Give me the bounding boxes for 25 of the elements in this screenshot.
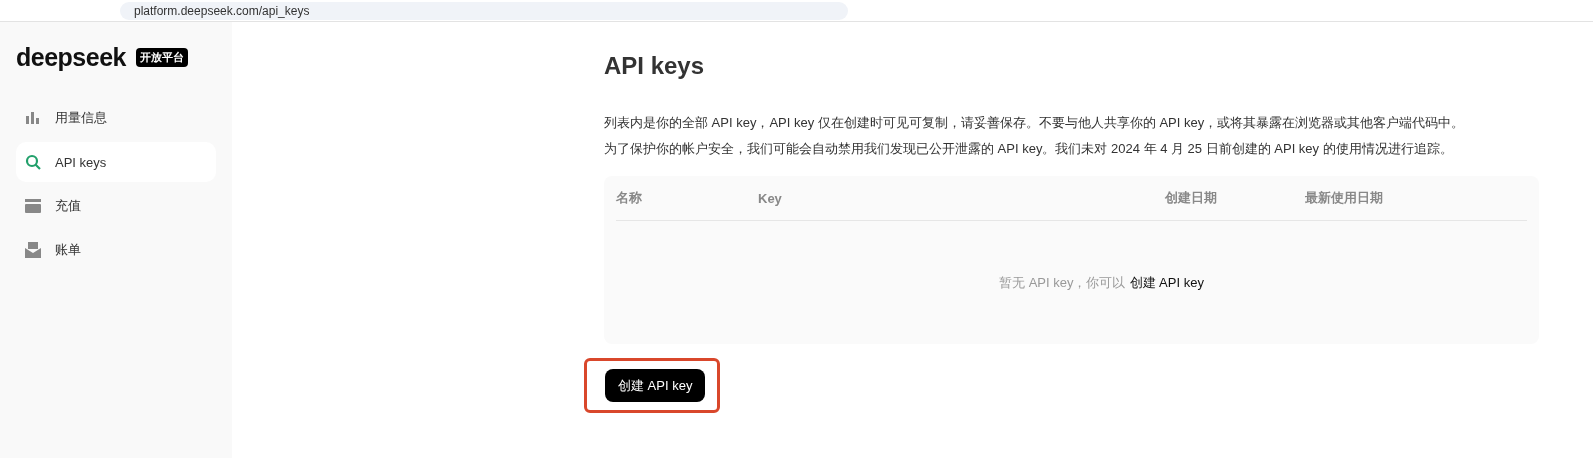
sidebar-item-label: 充值 [55,197,81,215]
address-bar[interactable]: platform.deepseek.com/api_keys [120,1,848,20]
page-title: API keys [604,52,706,80]
sidebar-item[interactable]: 账单 [16,230,216,270]
sidebar-item[interactable]: 用量信息 [16,98,216,138]
column-header: 创建日期 [1165,189,1218,207]
envelope-icon [25,242,41,258]
sidebar-item[interactable]: API keys [16,142,216,182]
create-key-button[interactable]: 创建 API key [605,369,706,402]
sidebar-item[interactable]: 充值 [16,186,216,226]
card-icon [25,199,41,213]
logo: deepseek [16,42,126,72]
sidebar-item-label: 用量信息 [55,109,107,127]
sidebar-item-label: 账单 [55,241,81,259]
search-icon [25,154,41,170]
column-header: 最新使用日期 [1305,189,1384,207]
description-text: 列表内是你的全部 API key，API key 仅在创建时可见可复制，请妥善保存。不要与他人共享你的 API key，或将其暴露在浏览器或其他客户端代码中。 [604,114,1466,132]
description-text: 为了保护你的帐户安全，我们可能会自动禁用我们发现已公开泄露的 API key。我们未对 2024 年 4 月 25 日前创建的 API key 的使用情况进行追踪。 [604,140,1454,158]
column-header: Key [758,190,783,206]
column-header: 名称 [616,189,643,207]
sidebar-item-label: API keys [55,154,107,170]
empty-message: 暂无 API key，你可以 [999,273,1126,292]
platform-badge: 开放平台 [135,47,188,67]
create-key-link[interactable]: 创建 API key [1129,273,1204,292]
bar-chart-icon [25,110,41,126]
